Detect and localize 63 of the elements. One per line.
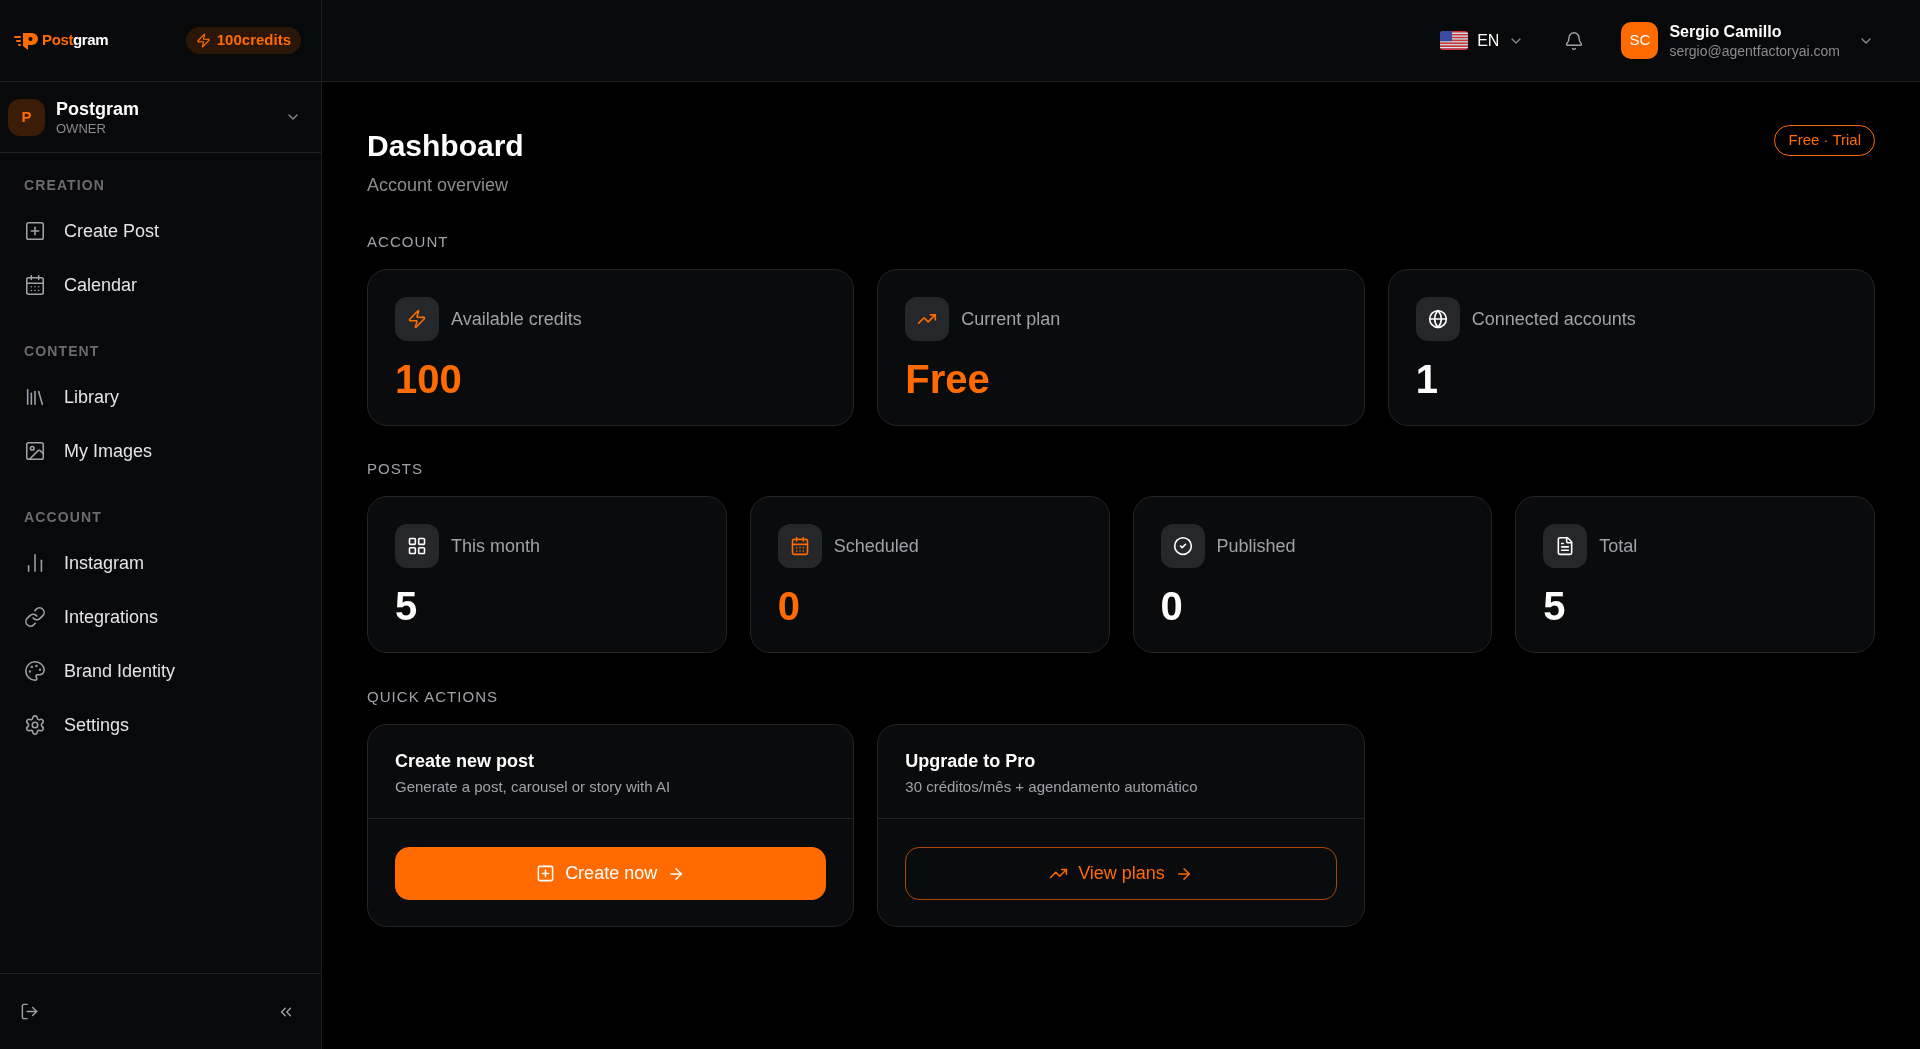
action-title: Create new post: [395, 750, 535, 773]
nav-item[interactable]: Calendar: [20, 258, 301, 312]
section-title: QUICK ACTIONS: [367, 687, 499, 707]
user-email: sergio@agentfactoryai.com: [1669, 41, 1840, 60]
section-title: ACCOUNT: [23, 508, 103, 527]
plus-square-icon: [536, 864, 556, 883]
nav-item[interactable]: Create Post: [20, 204, 301, 258]
settings-icon: [24, 714, 46, 736]
stat-value: 1: [1415, 356, 1438, 403]
stat-label: Available credits: [451, 307, 582, 331]
nav-item[interactable]: My Images: [20, 424, 301, 478]
section-title: ACCOUNT: [367, 232, 449, 252]
globe-icon: [1415, 297, 1460, 341]
flag-icon: [1440, 31, 1469, 50]
link-icon: [24, 606, 46, 628]
section-title: POSTS: [367, 459, 424, 479]
stat-label: This month: [451, 534, 541, 558]
stat-label: Published: [1216, 534, 1296, 558]
workspace-role: OWNER: [56, 119, 106, 137]
trend-up-icon: [905, 297, 950, 341]
nav-item[interactable]: Library: [20, 370, 301, 424]
stat-label: Connected accounts: [1471, 307, 1636, 331]
workspace-name: Postgram: [56, 97, 140, 120]
plus-square-icon: [24, 220, 46, 242]
page-subtitle: Account overview: [367, 174, 509, 197]
user-avatar: SC: [1621, 22, 1659, 59]
stat-label: Current plan: [961, 307, 1061, 331]
action-title: Upgrade to Pro: [905, 750, 1036, 773]
nav-item[interactable]: Brand Identity: [20, 644, 301, 698]
grid-icon: [395, 524, 439, 568]
image-icon: [24, 440, 46, 462]
user-name: Sergio Camillo: [1669, 21, 1782, 42]
action-description: 30 créditos/mês + agendamento automático: [905, 777, 1198, 797]
calendar-icon: [777, 524, 822, 568]
palette-icon: [24, 660, 46, 682]
credits-count: 100credits: [216, 30, 291, 51]
document-icon: [1543, 524, 1588, 568]
nav-item[interactable]: Settings: [20, 698, 301, 752]
section-title: CREATION: [23, 176, 107, 195]
stat-value: 100: [395, 356, 462, 403]
books-icon: [24, 386, 46, 408]
logo-wordmark: Postgram: [42, 30, 109, 51]
stat-label: Total: [1599, 534, 1638, 558]
stat-value: 0: [777, 583, 800, 630]
language-code[interactable]: EN: [1477, 28, 1500, 53]
nav-item[interactable]: Instagram: [20, 536, 301, 590]
stat-value: 5: [395, 583, 418, 630]
logo-icon: [14, 30, 40, 51]
lightning-icon: [395, 297, 439, 341]
stat-value: 5: [1543, 583, 1566, 630]
calendar-icon: [24, 274, 46, 296]
logout-icon[interactable]: [20, 1002, 39, 1021]
stat-value: Free: [905, 356, 990, 403]
action-button[interactable]: View plans: [905, 847, 1337, 900]
stat-label: Scheduled: [833, 534, 919, 558]
page-title: Dashboard: [367, 128, 524, 164]
section-title: CONTENT: [23, 342, 101, 361]
bell-icon[interactable]: [1564, 30, 1585, 51]
action-description: Generate a post, carousel or story with AI: [395, 777, 671, 797]
workspace-avatar: P: [8, 98, 45, 136]
stat-value: 0: [1160, 583, 1183, 630]
lightning-icon: [195, 33, 211, 48]
nav-item[interactable]: Integrations: [20, 590, 301, 644]
